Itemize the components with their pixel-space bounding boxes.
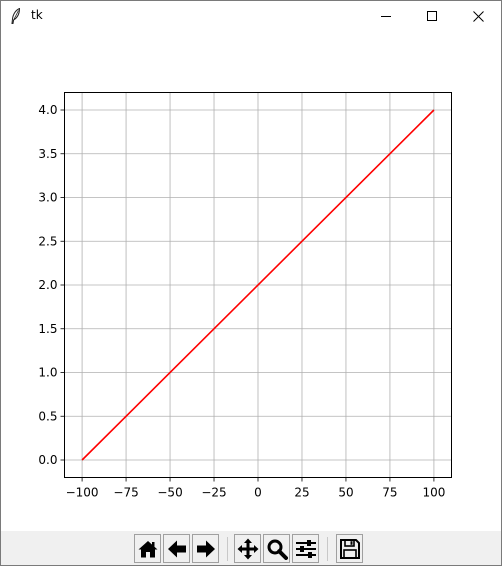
line-chart[interactable]: −100 −75 −50 −25 0 25 50 75 100 0.0 0.5 1.0 1.5 2.0 2… bbox=[1, 31, 501, 531]
window-title: tk bbox=[31, 8, 43, 22]
pan-button[interactable] bbox=[234, 534, 261, 563]
minimize-icon bbox=[381, 16, 391, 17]
maximize-button[interactable] bbox=[409, 1, 455, 31]
title-bar[interactable]: tk bbox=[1, 1, 501, 31]
x-tick-label: −25 bbox=[201, 486, 226, 500]
figure-canvas[interactable]: −100 −75 −50 −25 0 25 50 75 100 0.0 0.5 1.0 1.5 2.0 2… bbox=[1, 31, 501, 531]
y-tick-label: 3.0 bbox=[38, 191, 57, 205]
minimize-button[interactable] bbox=[363, 1, 409, 31]
y-tick-label: 1.0 bbox=[38, 366, 57, 380]
navigation-toolbar bbox=[1, 531, 501, 565]
move-icon bbox=[237, 538, 258, 559]
x-tick-label: −75 bbox=[113, 486, 138, 500]
x-axis: −100 −75 −50 −25 0 25 50 75 100 bbox=[66, 477, 445, 500]
forward-button[interactable] bbox=[192, 534, 219, 563]
feather-icon bbox=[11, 8, 21, 24]
x-tick-label: −50 bbox=[157, 486, 182, 500]
floppy-disk-icon bbox=[339, 538, 360, 559]
maximize-icon bbox=[427, 11, 437, 21]
home-icon bbox=[138, 540, 157, 557]
x-tick-label: 75 bbox=[382, 486, 397, 500]
save-button[interactable] bbox=[336, 534, 363, 563]
zoom-button[interactable] bbox=[263, 534, 290, 563]
sliders-icon bbox=[295, 539, 316, 558]
y-axis: 0.0 0.5 1.0 1.5 2.0 2.5 3.0 3.5 4.0 bbox=[38, 103, 65, 467]
close-button[interactable] bbox=[455, 1, 501, 31]
x-tick-label: 25 bbox=[294, 486, 309, 500]
close-icon bbox=[472, 10, 484, 22]
y-tick-label: 2.5 bbox=[38, 234, 57, 248]
toolbar-separator bbox=[327, 537, 328, 561]
y-tick-label: 0.0 bbox=[38, 453, 57, 467]
y-tick-label: 1.5 bbox=[38, 322, 57, 336]
x-tick-label: −100 bbox=[66, 486, 99, 500]
arrow-right-icon bbox=[196, 540, 215, 557]
x-tick-label: 50 bbox=[338, 486, 353, 500]
y-tick-label: 2.0 bbox=[38, 278, 57, 292]
configure-subplots-button[interactable] bbox=[292, 534, 319, 563]
x-tick-label: 100 bbox=[422, 486, 445, 500]
toolbar-separator bbox=[227, 537, 228, 561]
y-tick-label: 3.5 bbox=[38, 147, 57, 161]
arrow-left-icon bbox=[167, 540, 186, 557]
x-tick-label: 0 bbox=[254, 486, 262, 500]
y-tick-label: 4.0 bbox=[38, 103, 57, 117]
magnifier-icon bbox=[267, 539, 288, 560]
y-tick-label: 0.5 bbox=[38, 409, 57, 423]
back-button[interactable] bbox=[163, 534, 190, 563]
home-button[interactable] bbox=[134, 534, 161, 563]
app-window: tk −100 −75 −50 −25 0 25 50 75 100 0.0 0.5 1.0 1.5 2… bbox=[0, 0, 502, 566]
